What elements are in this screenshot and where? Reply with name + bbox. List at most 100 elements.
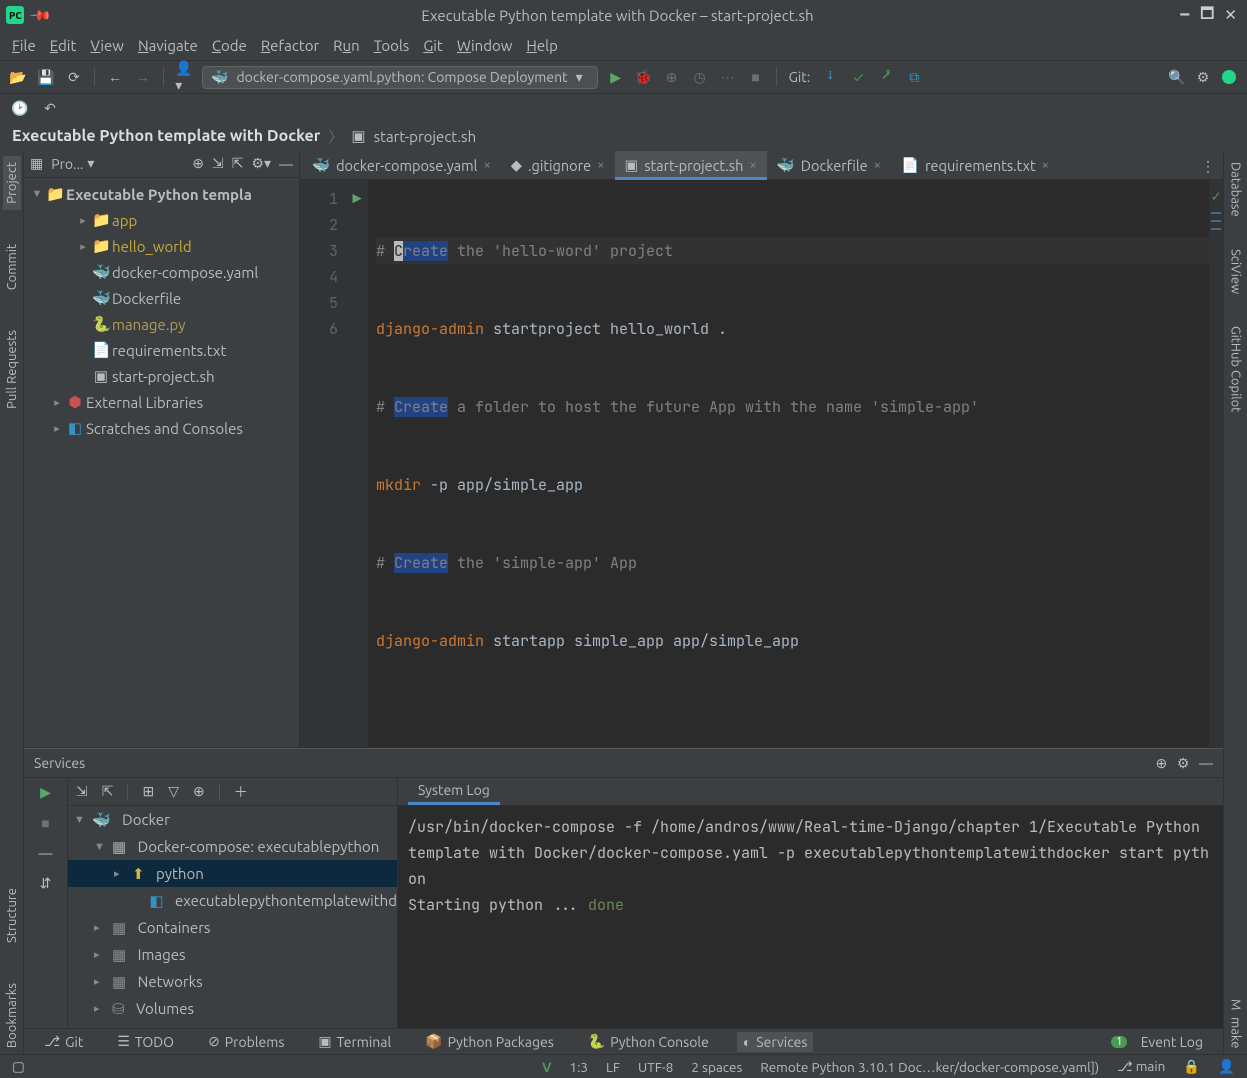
space-icon[interactable] — [1221, 69, 1237, 85]
editor-tab-active[interactable]: ▣start-project.sh× — [615, 151, 767, 179]
stop-icon[interactable]: ■ — [748, 69, 764, 85]
tree-item[interactable]: ▣start-project.sh — [24, 363, 299, 389]
svc-row[interactable]: ▸▦ Containers — [68, 914, 397, 941]
status-interpreter[interactable]: Remote Python 3.10.1 Doc…ker/docker-comp… — [760, 1059, 1099, 1075]
profile-icon[interactable]: ◷ — [692, 69, 708, 85]
status-person-icon[interactable]: 👤 — [1218, 1058, 1235, 1075]
status-lock-icon[interactable]: 🔒 — [1183, 1058, 1200, 1075]
hide-icon[interactable]: — — [1199, 755, 1213, 771]
status-v-icon[interactable]: V — [542, 1059, 551, 1075]
reload-icon[interactable]: ⟳ — [66, 69, 82, 85]
log-tab-system[interactable]: System Log — [408, 778, 500, 805]
tool-tab-copilot[interactable]: GitHub Copilot — [1227, 320, 1245, 418]
menu-edit[interactable]: Edit — [46, 35, 81, 56]
plus-icon[interactable]: ＋ — [234, 782, 248, 802]
svc-row[interactable]: ▼▦ Docker-compose: executablepython — [68, 833, 397, 860]
btab-git[interactable]: ⎇Git — [38, 1031, 89, 1052]
debug-icon[interactable]: 🐞 — [636, 69, 652, 85]
locate-icon[interactable]: ⊕ — [192, 155, 204, 172]
project-tree[interactable]: ▼📁 Executable Python templa ▸📁app ▸📁hell… — [24, 178, 299, 747]
btab-terminal[interactable]: ▣Terminal — [312, 1031, 397, 1052]
menu-help[interactable]: Help — [522, 35, 561, 56]
close-tab-icon[interactable]: × — [483, 158, 490, 172]
user-icon[interactable]: 👤▾ — [176, 69, 192, 85]
tree-root[interactable]: ▼📁 Executable Python templa — [24, 181, 299, 207]
tree-item[interactable]: 📄requirements.txt — [24, 337, 299, 363]
expandall-icon[interactable]: ⇲ — [76, 783, 88, 800]
breadcrumb-file[interactable]: start-project.sh — [374, 128, 477, 145]
forward-icon[interactable]: → — [135, 69, 151, 85]
svc-row[interactable]: ◧ executablepythontemplatewithd — [68, 887, 397, 914]
tree-item[interactable]: ▸📁app — [24, 207, 299, 233]
git-update-icon[interactable]: ⭭ — [822, 69, 838, 85]
btab-pyconsole[interactable]: 🐍Python Console — [582, 1031, 715, 1052]
svc-row-selected[interactable]: ▸⬆ python — [68, 860, 397, 887]
status-indent[interactable]: 2 spaces — [691, 1059, 742, 1075]
hide-icon[interactable]: — — [279, 156, 293, 172]
groupby-icon[interactable]: ⊞ — [142, 783, 154, 800]
menu-git[interactable]: Git — [419, 35, 447, 56]
status-linesep[interactable]: LF — [606, 1059, 620, 1075]
editor-tab[interactable]: 🐳Dockerfile× — [767, 151, 891, 179]
status-branch[interactable]: ⎇ main — [1117, 1058, 1165, 1075]
status-cursor[interactable]: 1:3 — [569, 1059, 588, 1075]
stop-icon[interactable]: ■ — [41, 815, 49, 831]
menu-window[interactable]: Window — [453, 35, 517, 56]
btab-problems[interactable]: ⊘Problems — [202, 1031, 290, 1052]
editor-tab[interactable]: 🐳docker-compose.yaml× — [302, 151, 501, 179]
open-icon[interactable]: 📂 — [10, 69, 26, 85]
pin-icon[interactable]: 📌 — [29, 3, 53, 27]
tree-scratches[interactable]: ▸◧Scratches and Consoles — [24, 415, 299, 441]
menu-code[interactable]: Code — [208, 35, 251, 56]
btab-todo[interactable]: ☰TODO — [111, 1031, 180, 1052]
tool-tab-database[interactable]: Database — [1227, 156, 1245, 223]
tree-item[interactable]: 🐳docker-compose.yaml — [24, 259, 299, 285]
coverage-icon[interactable]: ⊕ — [664, 69, 680, 85]
add-icon[interactable]: ⊕ — [1156, 755, 1168, 771]
tool-tab-commit[interactable]: Commit — [3, 238, 21, 296]
btab-pypackages[interactable]: 📦Python Packages — [419, 1031, 560, 1052]
run-line-icon[interactable]: ▶ — [346, 186, 368, 212]
search-icon[interactable]: 🔍 — [1169, 69, 1185, 85]
settings-icon[interactable]: ⚙ — [1195, 69, 1211, 85]
breadcrumb-project[interactable]: Executable Python template with Docker — [12, 127, 320, 145]
collapse-icon[interactable]: ⇱ — [232, 155, 244, 172]
close-tab-icon[interactable]: × — [749, 158, 756, 172]
filter-icon[interactable]: ⇵ — [40, 875, 52, 892]
minimize-icon[interactable]: 🗕 — [1180, 3, 1191, 28]
attach-icon[interactable]: ⋯ — [720, 69, 736, 85]
svc-row[interactable]: ▸▦ Images — [68, 941, 397, 968]
status-tool-icon[interactable]: ▢ — [12, 1058, 25, 1075]
menu-refactor[interactable]: Refactor — [257, 35, 323, 56]
editor-surface[interactable]: 1 2 3 4 5 6 ▶ # Create the 'hello-word' … — [300, 180, 1223, 747]
services-tree[interactable]: ▼🐳 Docker ▼▦ Docker-compose: executablep… — [68, 806, 397, 1028]
tool-tab-sciview[interactable]: SciView — [1227, 243, 1245, 300]
project-panel-title[interactable]: Pro... ▾ — [51, 155, 94, 172]
hline-icon[interactable]: — — [39, 845, 53, 861]
add-icon[interactable]: ⊕ — [193, 783, 205, 800]
btab-eventlog[interactable]: 1 Event Log — [1105, 1032, 1209, 1052]
log-body[interactable]: /usr/bin/docker-compose -f /home/andros/… — [398, 806, 1223, 1028]
tabs-more-icon[interactable]: ⋮ — [1193, 154, 1223, 179]
recent-icon[interactable]: 🕑 — [12, 100, 28, 116]
gear-icon[interactable]: ⚙▾ — [251, 155, 271, 172]
menu-navigate[interactable]: Navigate — [134, 35, 202, 56]
close-tab-icon[interactable]: × — [597, 158, 604, 172]
svc-row[interactable]: ▸⛁ Volumes — [68, 995, 397, 1022]
tree-ext-libs[interactable]: ▸⬢External Libraries — [24, 389, 299, 415]
run-icon[interactable]: ▶ — [608, 69, 624, 85]
tool-tab-make[interactable]: Mmake — [1227, 993, 1245, 1054]
tool-tab-project[interactable]: Project — [3, 156, 21, 210]
close-tab-icon[interactable]: × — [874, 158, 881, 172]
svc-row[interactable]: ▼🐳 Docker — [68, 806, 397, 833]
run-config-selector[interactable]: 🐳 docker-compose.yaml.python: Compose De… — [202, 66, 598, 89]
expand-icon[interactable]: ⇲ — [212, 155, 224, 172]
btab-services[interactable]: ◐Services — [737, 1032, 814, 1052]
svc-row[interactable]: ▸▦ Networks — [68, 968, 397, 995]
close-tab-icon[interactable]: × — [1042, 158, 1049, 172]
maximize-icon[interactable]: 🗖 — [1200, 3, 1214, 28]
git-push-icon[interactable]: ⭷ — [878, 69, 894, 85]
filter-icon[interactable]: ▽ — [168, 783, 179, 800]
status-encoding[interactable]: UTF-8 — [638, 1059, 673, 1075]
tool-tab-pullrequests[interactable]: Pull Requests — [3, 324, 21, 415]
